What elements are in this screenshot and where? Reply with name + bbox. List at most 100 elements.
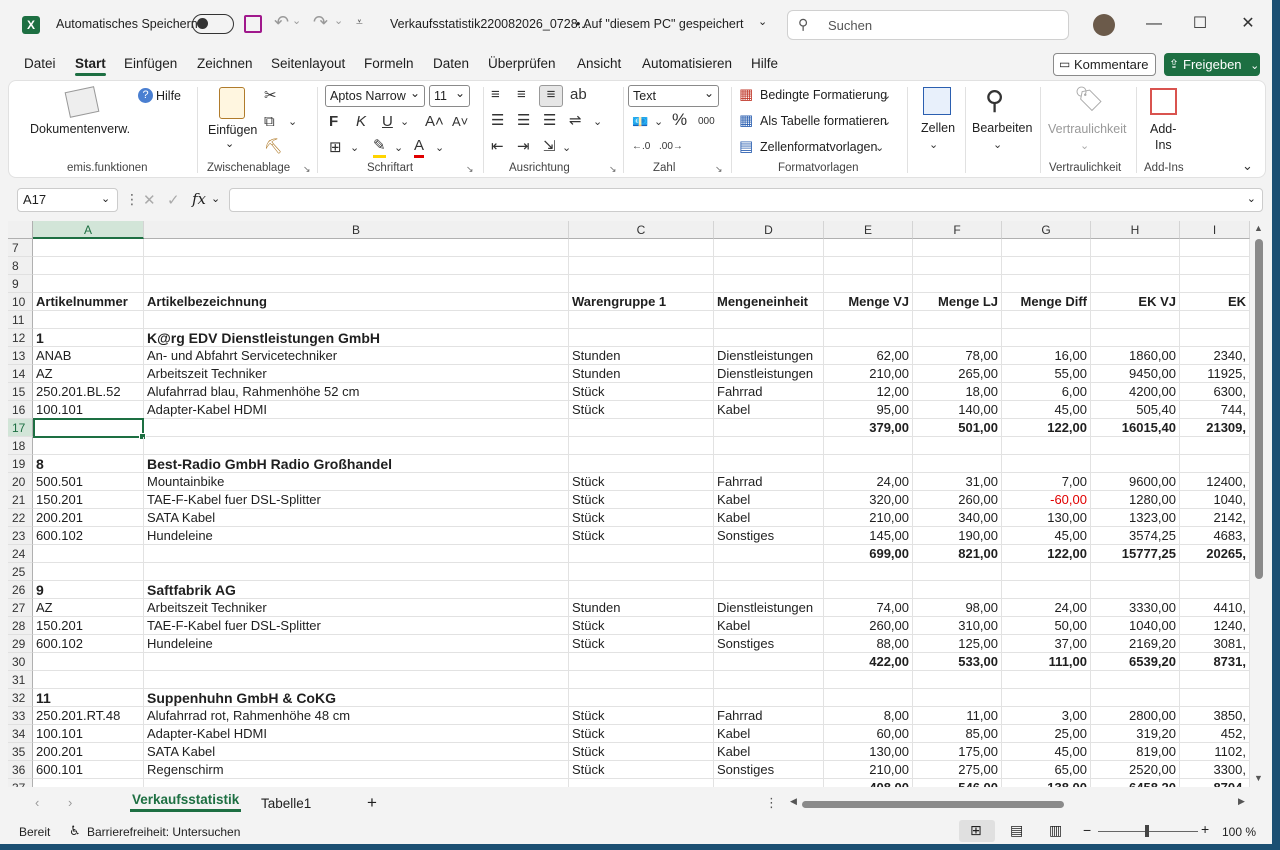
- cell-F24[interactable]: 821,00: [913, 545, 1002, 563]
- cell-I23[interactable]: 4683,: [1180, 527, 1250, 545]
- row-header-29[interactable]: 29: [8, 635, 33, 653]
- align-center-icon[interactable]: ☰: [517, 112, 530, 130]
- cell-F26[interactable]: [913, 581, 1002, 599]
- cell-A16[interactable]: 100.101: [33, 401, 144, 419]
- borders-icon[interactable]: ⊞: [329, 139, 342, 157]
- cell-D18[interactable]: [714, 437, 824, 455]
- row-header-20[interactable]: 20: [8, 473, 33, 491]
- cell-A11[interactable]: [33, 311, 144, 329]
- cell-A10[interactable]: Artikelnummer: [33, 293, 144, 311]
- cell-E13[interactable]: 62,00: [824, 347, 913, 365]
- cell-D24[interactable]: [714, 545, 824, 563]
- cell-E30[interactable]: 422,00: [824, 653, 913, 671]
- row-header-14[interactable]: 14: [8, 365, 33, 383]
- cell-C25[interactable]: [569, 563, 714, 581]
- merge-cells-icon[interactable]: ⇲: [543, 138, 556, 156]
- horizontal-scrollbar[interactable]: ◀ ▶: [790, 796, 1250, 810]
- cell-C9[interactable]: [569, 275, 714, 293]
- cell-F30[interactable]: 533,00: [913, 653, 1002, 671]
- chevron-down-icon[interactable]: ⌄: [225, 137, 234, 150]
- cell-G27[interactable]: 24,00: [1002, 599, 1091, 617]
- cell-B25[interactable]: [144, 563, 569, 581]
- hilfe-button[interactable]: Hilfe: [156, 89, 181, 103]
- avatar[interactable]: [1093, 14, 1115, 36]
- cell-E36[interactable]: 210,00: [824, 761, 913, 779]
- cell-G29[interactable]: 37,00: [1002, 635, 1091, 653]
- cell-A7[interactable]: [33, 239, 144, 257]
- chevron-down-icon[interactable]: ⌄: [400, 113, 409, 131]
- cell-G8[interactable]: [1002, 257, 1091, 275]
- cell-C8[interactable]: [569, 257, 714, 275]
- formula-input[interactable]: ⌄: [229, 188, 1263, 212]
- cell-C29[interactable]: Stück: [569, 635, 714, 653]
- row-header-35[interactable]: 35: [8, 743, 33, 761]
- font-size-select[interactable]: 11: [429, 83, 470, 107]
- align-middle-icon[interactable]: ≡: [517, 86, 526, 104]
- paste-icon[interactable]: [219, 87, 245, 119]
- conditional-format-button[interactable]: Bedingte Formatierung: [760, 88, 887, 102]
- cell-F32[interactable]: [913, 689, 1002, 707]
- cell-E37[interactable]: 408,00: [824, 779, 913, 787]
- cell-G23[interactable]: 45,00: [1002, 527, 1091, 545]
- row-header-12[interactable]: 12: [8, 329, 33, 347]
- chevron-down-icon[interactable]: ⌄: [562, 139, 571, 157]
- cell-A31[interactable]: [33, 671, 144, 689]
- font-name-select[interactable]: Aptos Narrow: [325, 83, 425, 107]
- save-location[interactable]: • Auf "diesem PC" gespeichert: [576, 17, 744, 31]
- cell-F17[interactable]: 501,00: [913, 419, 1002, 437]
- dialog-launcher-icon[interactable]: ↘: [303, 164, 311, 175]
- next-sheet-icon[interactable]: ›: [68, 795, 72, 810]
- row-header-30[interactable]: 30: [8, 653, 33, 671]
- cell-D9[interactable]: [714, 275, 824, 293]
- cell-E20[interactable]: 24,00: [824, 473, 913, 491]
- sheet-tab-tabelle1[interactable]: Tabelle1: [261, 796, 311, 811]
- cell-C31[interactable]: [569, 671, 714, 689]
- cell-I34[interactable]: 452,: [1180, 725, 1250, 743]
- cell-G10[interactable]: Menge Diff: [1002, 293, 1091, 311]
- cell-H8[interactable]: [1091, 257, 1180, 275]
- cell-I19[interactable]: [1180, 455, 1250, 473]
- row-header-31[interactable]: 31: [8, 671, 33, 689]
- cell-B20[interactable]: Mountainbike: [144, 473, 569, 491]
- search-box[interactable]: ⚲ Suchen: [787, 10, 1069, 40]
- cell-B26[interactable]: Saftfabrik AG: [144, 581, 569, 599]
- cell-D8[interactable]: [714, 257, 824, 275]
- cell-G26[interactable]: [1002, 581, 1091, 599]
- cell-G33[interactable]: 3,00: [1002, 707, 1091, 725]
- cell-A9[interactable]: [33, 275, 144, 293]
- cell-E17[interactable]: 379,00: [824, 419, 913, 437]
- cell-A8[interactable]: [33, 257, 144, 275]
- cell-C34[interactable]: Stück: [569, 725, 714, 743]
- row-header-27[interactable]: 27: [8, 599, 33, 617]
- cell-G18[interactable]: [1002, 437, 1091, 455]
- cell-H22[interactable]: 1323,00: [1091, 509, 1180, 527]
- cell-E7[interactable]: [824, 239, 913, 257]
- cell-A22[interactable]: 200.201: [33, 509, 144, 527]
- decrease-font-icon[interactable]: A˅: [452, 113, 468, 131]
- cell-A12[interactable]: 1: [33, 329, 144, 347]
- orientation-icon[interactable]: ab: [570, 86, 587, 104]
- cell-D22[interactable]: Kabel: [714, 509, 824, 527]
- cell-I35[interactable]: 1102,: [1180, 743, 1250, 761]
- chevron-down-icon[interactable]: ⌄: [654, 113, 663, 131]
- close-icon[interactable]: ✕: [1236, 12, 1260, 36]
- cell-D31[interactable]: [714, 671, 824, 689]
- redo-icon[interactable]: ↷: [313, 12, 328, 33]
- cell-F25[interactable]: [913, 563, 1002, 581]
- share-button[interactable]: ⇪ Freigeben ⌄: [1164, 53, 1260, 76]
- maximize-icon[interactable]: ☐: [1188, 12, 1212, 36]
- cell-B37[interactable]: [144, 779, 569, 787]
- row-header-18[interactable]: 18: [8, 437, 33, 455]
- cell-F20[interactable]: 31,00: [913, 473, 1002, 491]
- cell-H19[interactable]: [1091, 455, 1180, 473]
- cell-G17[interactable]: 122,00: [1002, 419, 1091, 437]
- row-header-11[interactable]: 11: [8, 311, 33, 329]
- cell-H26[interactable]: [1091, 581, 1180, 599]
- cell-A25[interactable]: [33, 563, 144, 581]
- cell-C15[interactable]: Stück: [569, 383, 714, 401]
- cell-I24[interactable]: 20265,: [1180, 545, 1250, 563]
- cell-G15[interactable]: 6,00: [1002, 383, 1091, 401]
- cell-I18[interactable]: [1180, 437, 1250, 455]
- cell-C24[interactable]: [569, 545, 714, 563]
- underline-button[interactable]: U: [382, 113, 393, 131]
